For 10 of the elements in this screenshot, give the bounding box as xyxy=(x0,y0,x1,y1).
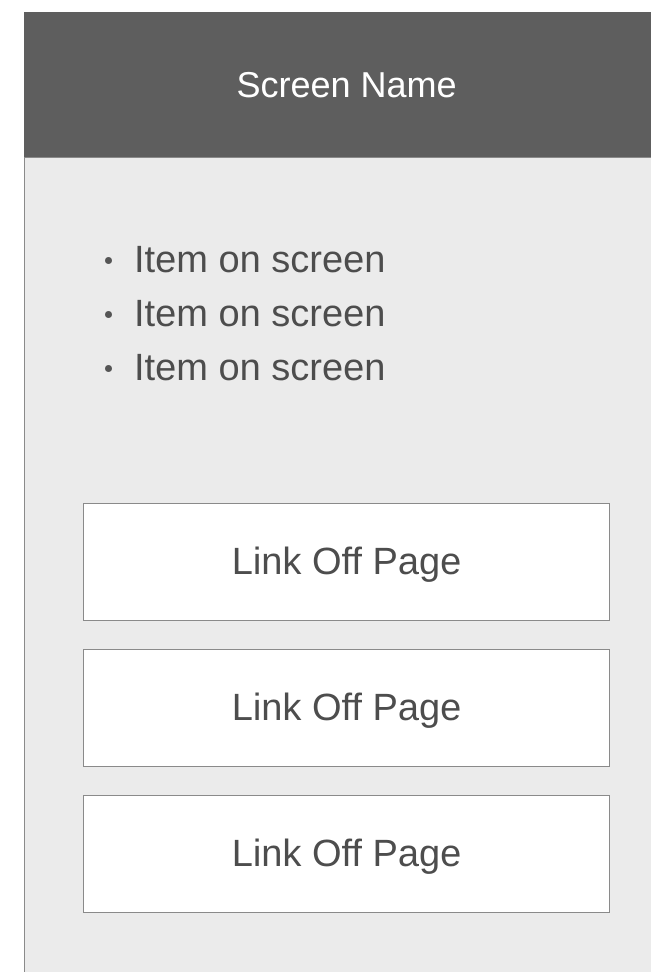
link-button[interactable]: Link Off Page xyxy=(83,503,610,621)
bullet-icon xyxy=(105,364,112,372)
list-item: Item on screen xyxy=(134,238,386,282)
screen-title: Screen Name xyxy=(236,62,457,106)
bullet-icon xyxy=(105,310,112,318)
link-button[interactable]: Link Off Page xyxy=(83,649,610,767)
link-button[interactable]: Link Off Page xyxy=(83,795,610,913)
bullet-icon xyxy=(105,256,112,264)
list-item: Item on screen xyxy=(134,346,386,390)
list-item: Item on screen xyxy=(134,292,386,336)
